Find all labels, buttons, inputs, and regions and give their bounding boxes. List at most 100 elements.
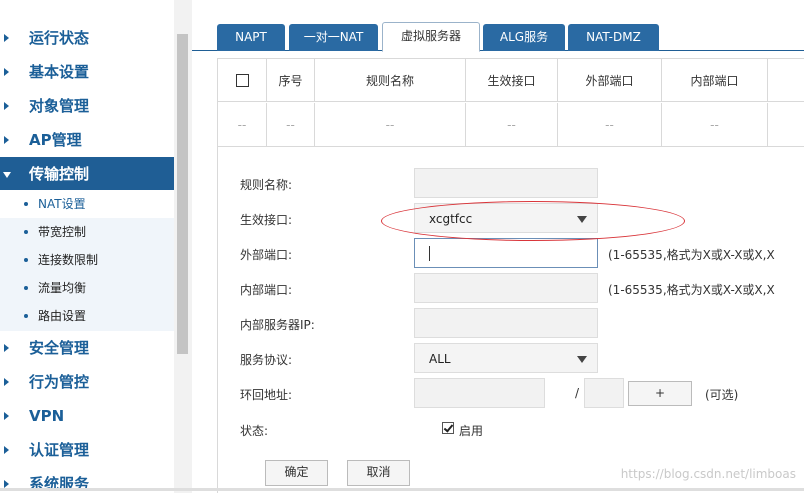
sub-item-bandwidth-control[interactable]: 带宽控制: [0, 218, 174, 246]
ext-port-label: 外部端口:: [240, 248, 293, 262]
sub-item-nat-settings[interactable]: NAT设置: [0, 190, 174, 218]
bullet-icon: [24, 258, 28, 262]
ok-button[interactable]: 确定: [265, 460, 328, 486]
sub-item-label: 路由设置: [38, 309, 87, 323]
header-checkbox-cell: [218, 59, 267, 101]
window-bottom-scrollbar: [0, 488, 804, 491]
protocol-label: 服务协议:: [240, 353, 293, 367]
nav-item-label: 基本设置: [29, 63, 90, 81]
column-header: 内部端口: [662, 59, 768, 101]
nav-item-label: 运行状态: [29, 29, 90, 47]
tab-virtual-server[interactable]: 虚拟服务器: [382, 22, 480, 52]
sub-item-label: 流量均衡: [38, 281, 87, 295]
ext-port-hint: (1-65535,格式为X或X-X或X,X: [608, 248, 775, 262]
nav-item-label: 行为管控: [29, 373, 90, 391]
table-cell: --: [267, 103, 315, 146]
chevron-right-icon: [4, 344, 9, 352]
tab-one-to-one-nat[interactable]: 一对一NAT: [289, 24, 378, 51]
column-header: 序号: [267, 59, 315, 101]
loopback-ip-input[interactable]: [414, 378, 545, 408]
nav-item-behavior-control[interactable]: 行为管控: [0, 365, 174, 399]
sidebar-scrollbar-thumb[interactable]: [177, 34, 188, 354]
main-content: NAPT 一对一NAT 虚拟服务器 ALG服务 NAT-DMZ 序号 规则名称 …: [192, 0, 804, 493]
sub-item-connection-limit[interactable]: 连接数限制: [0, 246, 174, 274]
int-port-hint: (1-65535,格式为X或X-X或X,X: [608, 283, 775, 297]
table-cell: --: [558, 103, 662, 146]
column-header: 外部端口: [558, 59, 662, 101]
bullet-icon: [24, 202, 28, 206]
tab-nat-dmz[interactable]: NAT-DMZ: [568, 24, 659, 51]
interface-select-value: xcgtfcc: [429, 212, 473, 226]
sub-item-label: NAT设置: [38, 197, 86, 211]
chevron-right-icon: [4, 102, 9, 110]
chevron-right-icon: [4, 378, 9, 386]
protocol-select-value: ALL: [429, 352, 451, 366]
protocol-select[interactable]: ALL: [414, 343, 598, 373]
bullet-icon: [24, 314, 28, 318]
bullet-icon: [24, 230, 28, 234]
nav-item-ap-management[interactable]: AP管理: [0, 123, 174, 157]
nav-item-basic-settings[interactable]: 基本设置: [0, 55, 174, 89]
nav-item-label: VPN: [29, 407, 65, 425]
interface-label: 生效接口:: [240, 213, 293, 227]
nav-item-label: AP管理: [29, 131, 82, 149]
tab-bar: NAPT 一对一NAT 虚拟服务器 ALG服务 NAT-DMZ: [192, 0, 804, 52]
column-header: 规则名称: [315, 59, 466, 101]
server-ip-label: 内部服务器IP:: [240, 318, 315, 332]
interface-select[interactable]: xcgtfcc: [414, 203, 598, 233]
nav-item-auth-management[interactable]: 认证管理: [0, 433, 174, 467]
table-cell: --: [315, 103, 466, 146]
loopback-mask-input[interactable]: [584, 378, 624, 408]
optional-note: (可选): [705, 388, 739, 402]
table-header: 序号 规则名称 生效接口 外部端口 内部端口: [218, 59, 804, 102]
sub-item-label: 连接数限制: [38, 253, 99, 267]
sub-menu: NAT设置 带宽控制 连接数限制 流量均衡 路由设置: [0, 190, 174, 331]
watermark: https://blog.csdn.net/limboas: [620, 467, 796, 481]
server-ip-input[interactable]: [414, 308, 598, 338]
chevron-down-icon: [3, 172, 11, 178]
enable-label: 启用: [459, 424, 484, 438]
int-port-input[interactable]: [414, 273, 598, 303]
rule-name-label: 规则名称:: [240, 178, 293, 192]
status-label: 状态:: [240, 424, 269, 438]
chevron-right-icon: [4, 68, 9, 76]
loopback-label: 环回地址:: [240, 388, 293, 402]
sidebar: 运行状态 基本设置 对象管理 AP管理 传输控制 NAT设置 带宽控制 连接数限…: [0, 0, 174, 493]
ext-port-input[interactable]: [414, 238, 598, 268]
column-header: 生效接口: [466, 59, 558, 101]
select-all-checkbox[interactable]: [235, 73, 249, 87]
table-cell: --: [218, 103, 267, 146]
nav-item-object-management[interactable]: 对象管理: [0, 89, 174, 123]
nav-item-label: 安全管理: [29, 339, 90, 357]
sub-item-routing-settings[interactable]: 路由设置: [0, 302, 174, 330]
slash-separator: /: [575, 386, 580, 400]
add-loopback-button[interactable]: +: [628, 381, 692, 406]
chevron-right-icon: [4, 480, 9, 488]
sub-item-label: 带宽控制: [38, 225, 87, 239]
text-cursor: [429, 246, 430, 261]
caret-down-icon: [577, 216, 587, 223]
chevron-right-icon: [4, 412, 9, 420]
table-cell: --: [662, 103, 768, 146]
nav-item-vpn[interactable]: VPN: [0, 399, 174, 433]
tab-alg-service[interactable]: ALG服务: [483, 24, 565, 51]
int-port-label: 内部端口:: [240, 283, 293, 297]
nav-item-transmission-control[interactable]: 传输控制: [0, 157, 174, 191]
nav-item-running-status[interactable]: 运行状态: [0, 21, 174, 55]
chevron-right-icon: [4, 136, 9, 144]
caret-down-icon: [577, 356, 587, 363]
sub-item-load-balance[interactable]: 流量均衡: [0, 274, 174, 302]
cancel-button[interactable]: 取消: [347, 460, 410, 486]
tab-napt[interactable]: NAPT: [217, 24, 285, 51]
rule-name-input[interactable]: [414, 168, 598, 198]
nav-item-security-management[interactable]: 安全管理: [0, 331, 174, 365]
chevron-right-icon: [4, 446, 9, 454]
nav-item-label: 对象管理: [29, 97, 90, 115]
nav-item-label: 认证管理: [29, 441, 90, 459]
bullet-icon: [24, 286, 28, 290]
table-cell: --: [466, 103, 558, 146]
table-row: -- -- -- -- -- --: [218, 103, 804, 147]
nav-item-label: 传输控制: [29, 165, 90, 183]
enable-checkbox[interactable]: [442, 422, 454, 434]
chevron-right-icon: [4, 34, 9, 42]
